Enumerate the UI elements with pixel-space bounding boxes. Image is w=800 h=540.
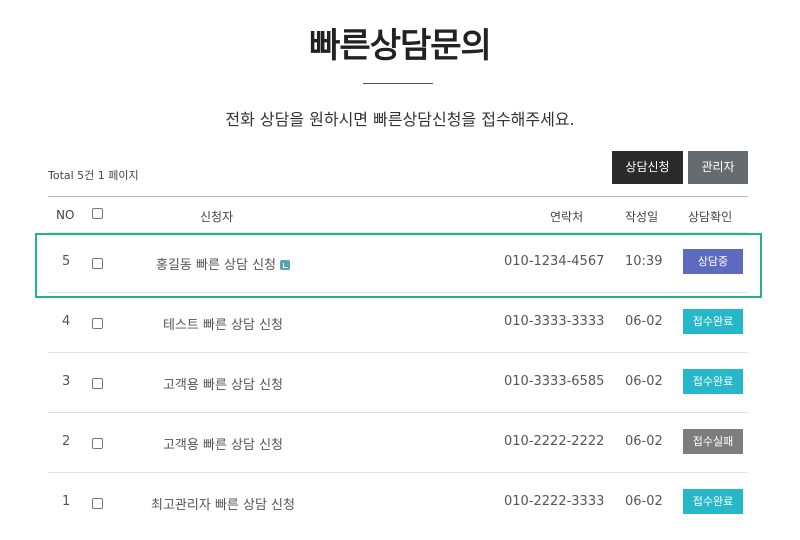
page-subtitle: 전화 상담을 원하시면 빠른상담신청을 접수해주세요. (225, 110, 575, 129)
status-badge: 접수완료 (683, 309, 743, 334)
status-badge: 접수완료 (683, 369, 743, 394)
status-badge: 접수완료 (683, 489, 743, 514)
row-divider (48, 472, 748, 473)
header-phone: 연락처 (550, 210, 584, 224)
row-phone: 010-3333-3333 (504, 314, 605, 329)
row-date: 06-02 (625, 374, 663, 389)
row-name-cell: 고객용 빠른 상담 신청 (48, 374, 398, 393)
header-no: NO (56, 208, 75, 222)
row-phone: 010-2222-3333 (504, 494, 605, 509)
row-name-link[interactable]: 최고관리자 빠른 상담 신청 (151, 498, 295, 513)
row-phone: 010-2222-2222 (504, 434, 605, 449)
row-name-link[interactable]: 고객용 빠른 상담 신청 (163, 438, 283, 453)
row-name-cell: 고객용 빠른 상담 신청 (48, 434, 398, 453)
table-top-border (48, 196, 748, 197)
header-status: 상담확인 (688, 210, 733, 224)
row-name-cell: 최고관리자 빠른 상담 신청 (48, 494, 398, 513)
row-divider (48, 412, 748, 413)
row-name-link[interactable]: 테스트 빠른 상담 신청 (163, 318, 283, 333)
row-date: 06-02 (625, 314, 663, 329)
header-date: 작성일 (625, 210, 659, 224)
row-date: 06-02 (625, 494, 663, 509)
page-title: 빠른상담문의 (309, 26, 492, 66)
selected-row-highlight (35, 233, 762, 298)
row-phone: 010-3333-6585 (504, 374, 605, 389)
row-name-link[interactable]: 고객용 빠른 상담 신청 (163, 378, 283, 393)
consult-apply-button[interactable]: 상담신청 (612, 151, 683, 184)
row-date: 06-02 (625, 434, 663, 449)
select-all-checkbox[interactable] (92, 208, 103, 219)
row-divider (48, 352, 748, 353)
total-count: Total 5건 1 페이지 (48, 169, 139, 182)
admin-button[interactable]: 관리자 (688, 151, 748, 184)
row-name-cell: 테스트 빠른 상담 신청 (48, 314, 398, 333)
status-badge: 접수실패 (683, 429, 743, 454)
header-name: 신청자 (200, 210, 234, 224)
title-divider (363, 83, 433, 84)
